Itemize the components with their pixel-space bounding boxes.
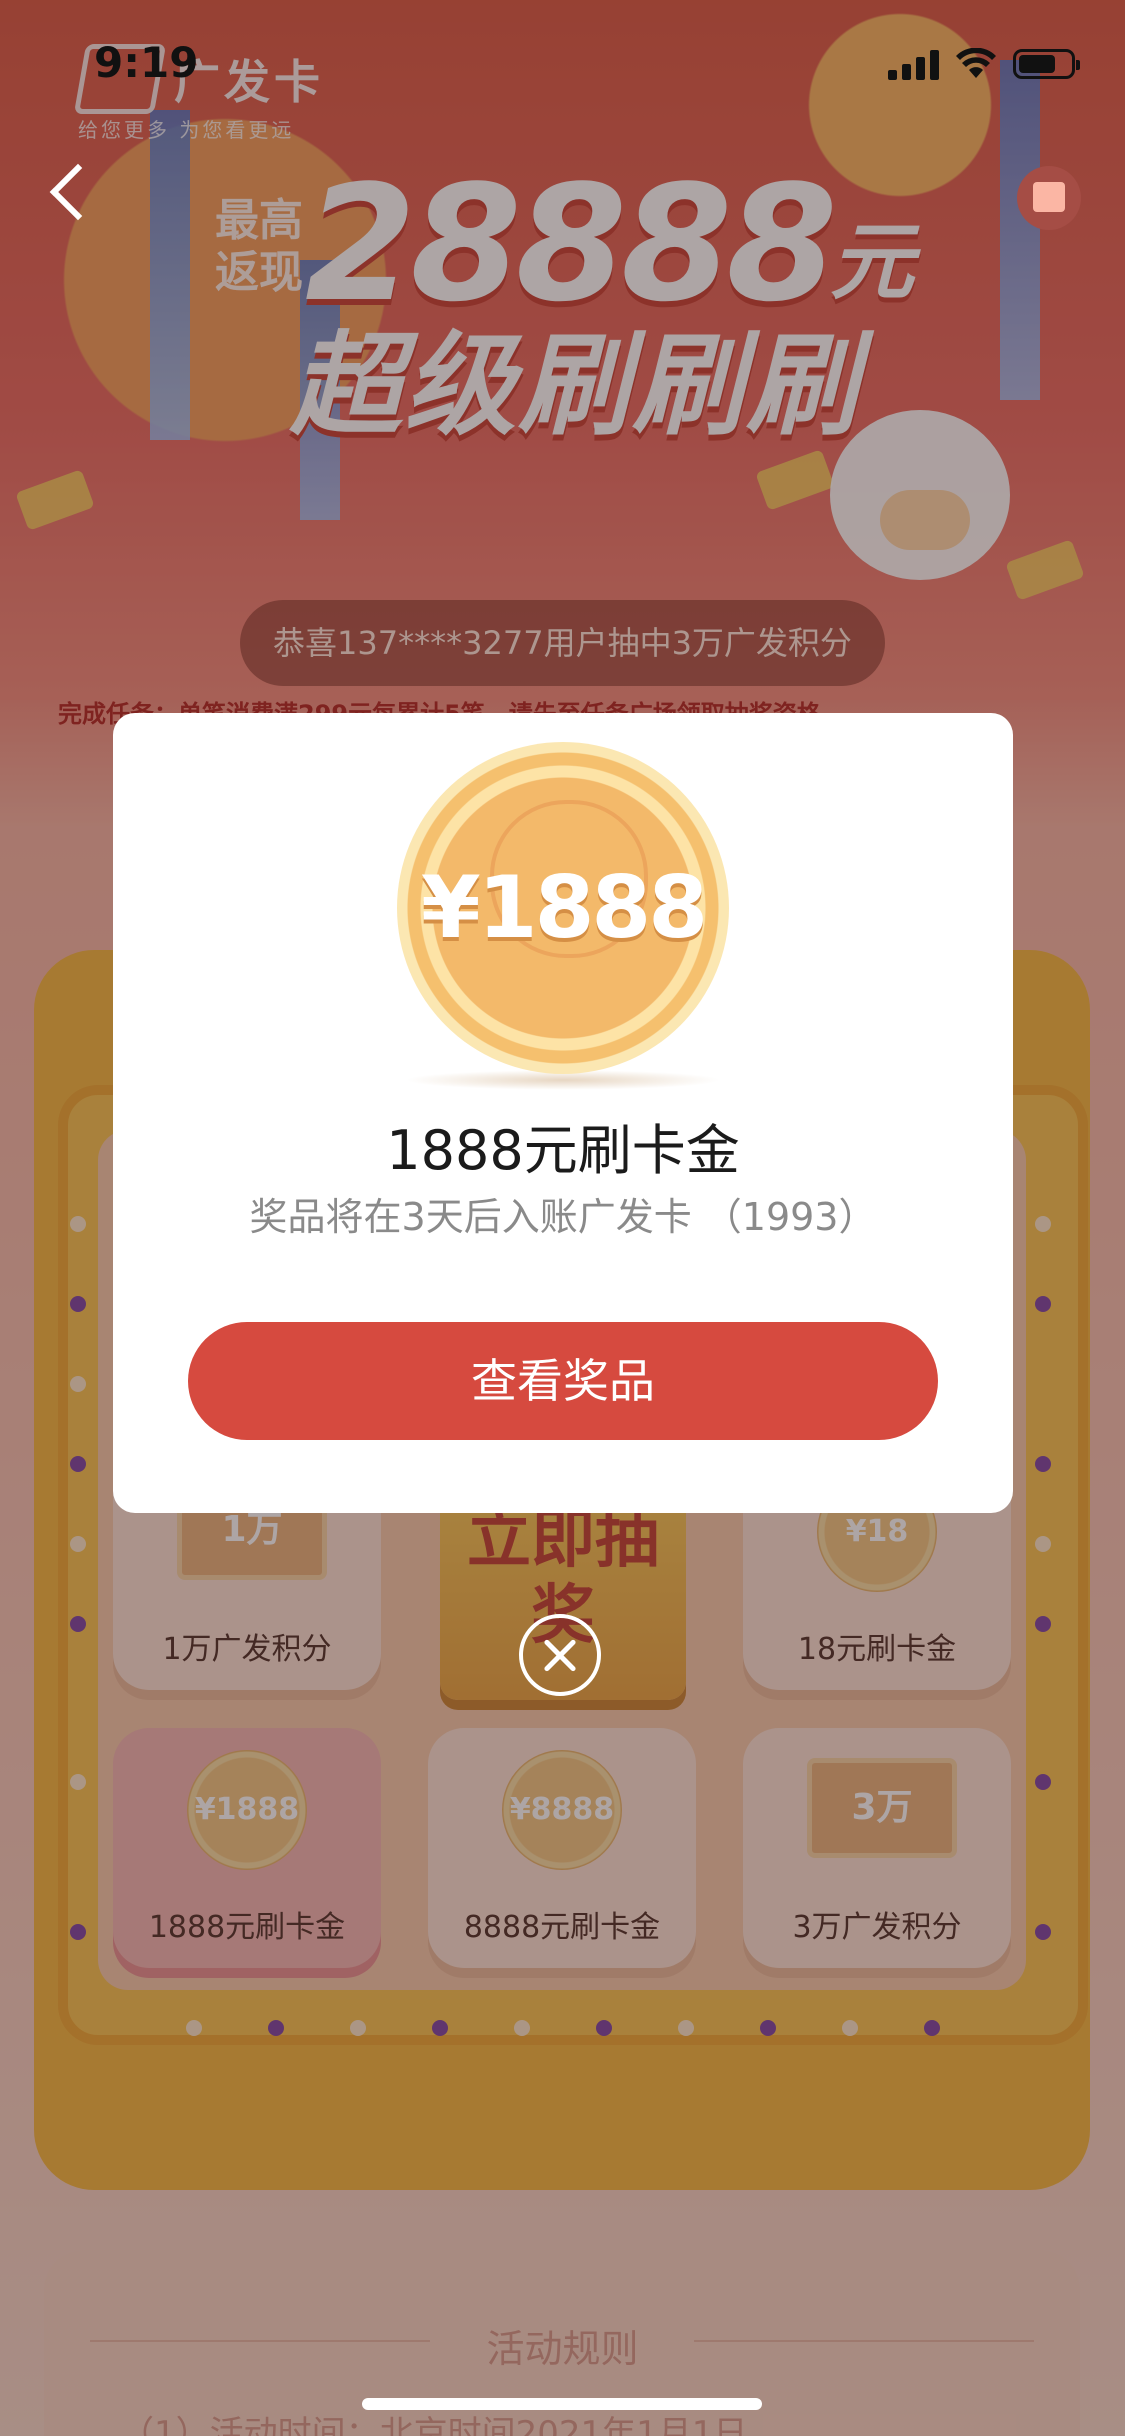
close-dialog-icon[interactable]: [519, 1614, 601, 1696]
status-icons: [888, 48, 1080, 80]
wifi-icon: [956, 48, 996, 78]
status-time: 9:19: [94, 38, 199, 87]
battery-icon: [1013, 49, 1080, 79]
prize-subtitle: 奖品将在3天后入账广发卡 （1993）: [249, 1195, 877, 1239]
cellular-signal-icon: [888, 48, 939, 80]
gift-box-icon: [1033, 182, 1065, 212]
home-indicator[interactable]: [362, 2398, 762, 2410]
view-prize-button[interactable]: 查看奖品: [188, 1322, 938, 1440]
prize-title: 1888元刷卡金: [386, 1119, 740, 1182]
prize-coin-label: ¥1888: [420, 858, 708, 958]
